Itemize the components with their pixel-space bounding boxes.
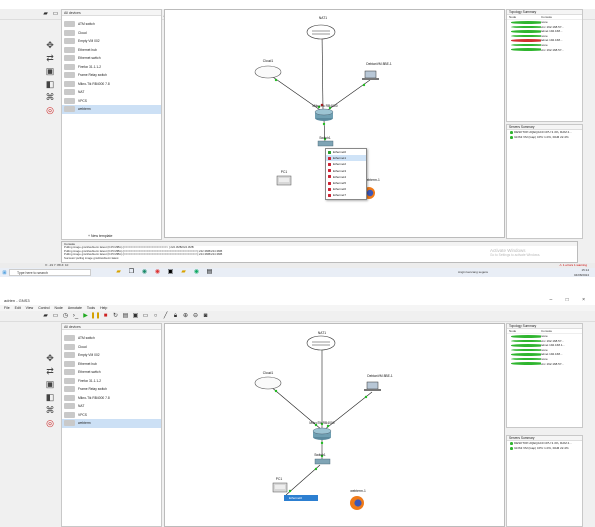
pc-label: PC1 bbox=[275, 477, 283, 481]
status-dot-icon bbox=[511, 30, 541, 33]
explorer-icon[interactable]: ▰ bbox=[180, 269, 187, 276]
topology-node: webterm-1 bbox=[507, 362, 541, 367]
node-console: vnc 192.168.57... bbox=[541, 47, 565, 52]
topology-summary-panel: Topology Summary Node Console Cloud1none… bbox=[506, 323, 583, 428]
watermark-subtitle: Go to Settings to activate Windows. bbox=[490, 253, 541, 257]
cloud-node-icon[interactable] bbox=[254, 65, 282, 79]
status-dot-icon bbox=[511, 48, 541, 52]
status-coordinates: X: -19 Y: 88 Z: 10 bbox=[45, 263, 69, 267]
topology-list: Cloud1noneDebianVM8BE-1vnc 192.168.57...… bbox=[507, 334, 582, 366]
switch-node-icon[interactable] bbox=[317, 140, 334, 147]
status-dot-icon bbox=[511, 334, 541, 338]
system-clock[interactable]: 15:14 04/08/2024 bbox=[574, 268, 589, 277]
interface-label-popup[interactable]: Ethernet0 bbox=[284, 495, 318, 501]
status-dot-icon bbox=[511, 339, 541, 343]
topology-row[interactable]: webterm-1vnc 192.168.57... bbox=[507, 48, 582, 53]
col-node: Node bbox=[509, 15, 517, 19]
link-status-dot bbox=[320, 441, 324, 445]
link-status-dot bbox=[326, 424, 330, 428]
pc-node-icon[interactable] bbox=[272, 482, 288, 493]
status-dot-icon bbox=[511, 20, 541, 24]
cloud-label: Cloud1 bbox=[262, 371, 274, 375]
clock-date: 04/08/2024 bbox=[573, 272, 589, 277]
link-status-dot bbox=[362, 83, 366, 87]
interface-menu-item[interactable]: Ethernet7 bbox=[326, 192, 366, 198]
nat-label: NAT1 bbox=[317, 331, 327, 335]
router-node-icon[interactable] bbox=[314, 108, 334, 121]
debian-label: DebianVM 8BE-1 bbox=[367, 374, 393, 378]
status-dot-icon bbox=[511, 357, 541, 361]
edge-icon[interactable]: ◉ bbox=[141, 269, 148, 276]
debian-label: DebianVM 8BE-1 bbox=[366, 62, 392, 66]
nat-node-icon[interactable] bbox=[306, 24, 336, 40]
status-dot-icon bbox=[511, 34, 541, 38]
interface-context-menu: Ethernet0 Ethernet1 Ethernet2 Ethernet3 Ethe… bbox=[325, 148, 367, 200]
link-status-dot bbox=[274, 78, 278, 82]
chrome-icon[interactable]: ◉ bbox=[154, 269, 161, 276]
link-status-dot bbox=[288, 489, 292, 493]
server-name: GNS3 VM (Gap) CPU 1.0%, RAM 22.4% bbox=[514, 135, 569, 139]
status-dot-icon bbox=[511, 348, 541, 352]
switch-label: Switch1 bbox=[319, 136, 331, 140]
topology-row[interactable]: webterm-1vnc 192.168.57... bbox=[507, 362, 582, 367]
screenshot-1: ▰ ▭ ◷ ›_ ▶ ❚❚ ■ ↻ ▤ ▣ ▭ ○ ╱ 🔒︎ ⊕ ⊖ ◙ ✥ ⇄… bbox=[0, 0, 595, 277]
server-name: DESKTOP-2QEQAC0 CPU 3.4%, RAM 4... bbox=[514, 130, 572, 134]
col-console: Console bbox=[541, 15, 553, 19]
status-dot-icon bbox=[511, 25, 541, 29]
node-console: vnc 192.168.57... bbox=[541, 361, 565, 366]
screenshot-2: adrien - GNS3 – □ × File Edit View Control N… bbox=[0, 296, 595, 527]
webterm-node-icon[interactable] bbox=[350, 496, 364, 510]
vmware-icon[interactable]: ▤ bbox=[206, 269, 213, 276]
nat-label: NAT1 bbox=[318, 16, 328, 20]
activation-watermark: Activate Windows Go to Settings to activ… bbox=[490, 248, 540, 258]
windows-taskbar: ⊞ Type here to search ▰ ❐ ◉ ◉ ▣ ▰ ◉ ▤ An… bbox=[0, 268, 595, 277]
windows-start-icon[interactable]: ⊞ bbox=[0, 270, 9, 276]
debian-node-icon[interactable] bbox=[362, 70, 379, 80]
col-node: Node bbox=[509, 329, 517, 333]
server-row: GNS3 VM (Gap) CPU 1.0%, RAM 22.4% bbox=[507, 135, 582, 140]
servers-summary-panel: Servers Summary DESKTOP-2QEQAC0 CPU 3.4%… bbox=[506, 435, 583, 527]
weather-notice[interactable]: Angin kencang segera bbox=[458, 268, 488, 277]
terminal-icon[interactable]: ▣ bbox=[167, 269, 174, 276]
switch-label: Switch1 bbox=[314, 453, 326, 457]
link-nat-router[interactable] bbox=[321, 32, 324, 111]
topology-summary-panel: Topology Summary Node Console Cloud1none… bbox=[506, 9, 583, 122]
servers-summary-panel: Servers Summary DESKTOP-2QEQAC0 CPU 3.4%… bbox=[506, 124, 583, 239]
status-dot-icon bbox=[511, 362, 541, 366]
cloud-node-icon[interactable] bbox=[254, 376, 282, 390]
task-view-icon[interactable]: ❐ bbox=[128, 269, 135, 276]
status-dot-icon bbox=[511, 39, 541, 42]
server-row: GNS3 VM (Gap) CPU 1.0%, RAM 22.4% bbox=[507, 446, 582, 451]
webterm-label: webterm-1 bbox=[350, 489, 366, 493]
switch-node-icon[interactable] bbox=[314, 458, 331, 465]
nat-node-icon[interactable] bbox=[306, 335, 336, 351]
pc-label: PC1 bbox=[280, 170, 288, 174]
server-name: DESKTOP-2QEQAC0 CPU 3.4%, RAM 4... bbox=[514, 441, 572, 445]
gns3-icon[interactable]: ◉ bbox=[193, 269, 200, 276]
link-status-dot bbox=[314, 467, 318, 471]
link-status-dot bbox=[322, 122, 326, 126]
cloud-label: Cloud1 bbox=[262, 59, 274, 63]
status-dot-icon bbox=[511, 353, 541, 356]
col-console: Console bbox=[541, 329, 553, 333]
taskbar-search-input[interactable]: Type here to search bbox=[9, 269, 91, 276]
status-dot-icon bbox=[511, 43, 541, 47]
link-status-dot bbox=[364, 395, 368, 399]
server-name: GNS3 VM (Gap) CPU 1.0%, RAM 22.4% bbox=[514, 446, 569, 450]
link-status-dot bbox=[274, 389, 278, 393]
debian-node-icon[interactable] bbox=[364, 381, 381, 391]
topology-list: Cloud1noneDebianVM8BE-1vnc 192.168.57...… bbox=[507, 20, 582, 52]
router-label: MikroTik RB4000 bbox=[309, 421, 335, 425]
file-explorer-icon[interactable]: ▰ bbox=[115, 269, 122, 276]
status-dot-icon bbox=[511, 344, 541, 347]
topology-node: webterm-1 bbox=[507, 48, 541, 53]
router-node-icon[interactable] bbox=[312, 427, 332, 440]
pc-node-icon[interactable] bbox=[276, 175, 292, 186]
link-switch-pc[interactable] bbox=[285, 464, 321, 496]
router-label: MikroTik RB4000 bbox=[312, 104, 338, 108]
